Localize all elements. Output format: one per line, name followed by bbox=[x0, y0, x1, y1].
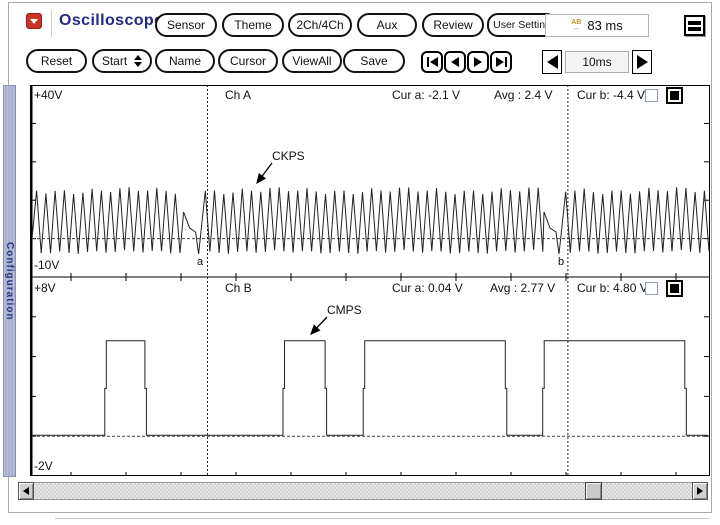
start-spinner-icon bbox=[134, 55, 142, 67]
cursor-ab-icon: AB↔ bbox=[571, 20, 581, 32]
timebase-display: 10ms bbox=[565, 51, 629, 73]
prev-icon bbox=[451, 57, 459, 67]
right-arrow-icon bbox=[697, 487, 703, 495]
oscilloscope-window: Oscilloscope Sensor Theme 2Ch/4Ch Aux Re… bbox=[0, 0, 720, 525]
name-button[interactable]: Name bbox=[155, 49, 215, 73]
scroll-left-button[interactable] bbox=[18, 482, 34, 500]
cha-name-label: Ch A bbox=[225, 88, 251, 102]
menu-bar-icon bbox=[688, 27, 701, 31]
cha-avg-readout: Avg : 2.4 V bbox=[494, 88, 552, 102]
aux-button[interactable]: Aux bbox=[357, 13, 417, 37]
filled-square-icon bbox=[670, 91, 679, 100]
app-title: Oscilloscope bbox=[59, 12, 163, 30]
cha-checkbox[interactable] bbox=[645, 89, 658, 102]
cha-cursor-a-readout: Cur a: -2.1 V bbox=[392, 88, 460, 102]
cha-trace-style-button[interactable] bbox=[666, 87, 683, 104]
chb-vmin-label: -2V bbox=[34, 459, 53, 473]
sidebar-tab-label: Configuration bbox=[4, 242, 15, 321]
chb-cursor-a-readout: Cur a: 0.04 V bbox=[392, 281, 463, 295]
next-icon bbox=[496, 57, 504, 67]
menu-bar-icon bbox=[688, 21, 701, 25]
chb-avg-readout: Avg : 2.77 V bbox=[490, 281, 555, 295]
right-arrow-icon bbox=[637, 55, 648, 69]
ckps-signal-label: CKPS bbox=[272, 149, 305, 163]
bar-icon bbox=[505, 57, 507, 67]
app-menu-icon[interactable] bbox=[26, 13, 42, 29]
cursor-b-label: b bbox=[558, 256, 564, 268]
sensor-button[interactable]: Sensor bbox=[155, 13, 217, 37]
prev-icon bbox=[430, 57, 438, 67]
title-separator bbox=[51, 10, 52, 37]
horizontal-scrollbar bbox=[18, 482, 708, 500]
step-back-button[interactable] bbox=[444, 51, 466, 73]
timebase-decrease-button[interactable] bbox=[542, 50, 562, 74]
step-forward-button[interactable] bbox=[467, 51, 489, 73]
window-shadow bbox=[55, 518, 710, 519]
chb-checkbox[interactable] bbox=[645, 282, 658, 295]
review-button[interactable]: Review bbox=[422, 13, 484, 37]
chb-trace-style-button[interactable] bbox=[666, 280, 683, 297]
skip-end-button[interactable] bbox=[490, 51, 512, 73]
start-button[interactable]: Start bbox=[92, 49, 152, 73]
cursor-a-label: a bbox=[197, 256, 203, 268]
sidebar-tab-configuration[interactable]: Configuration bbox=[3, 85, 16, 477]
left-arrow-icon bbox=[23, 487, 29, 495]
save-button[interactable]: Save bbox=[343, 49, 405, 73]
cha-vmax-label: +40V bbox=[34, 88, 62, 102]
bar-icon bbox=[427, 57, 429, 67]
cha-vmin-label: -10V bbox=[34, 258, 59, 272]
cursor-time-value: 83 ms bbox=[587, 18, 622, 33]
chb-vmax-label: +8V bbox=[34, 281, 56, 295]
chb-cursor-b-readout: Cur b: 4.80 V bbox=[577, 281, 648, 295]
chb-name-label: Ch B bbox=[225, 281, 252, 295]
hamburger-menu-button[interactable] bbox=[684, 15, 705, 36]
cmps-signal-label: CMPS bbox=[327, 303, 362, 317]
filled-square-icon bbox=[670, 284, 679, 293]
cursor-time-display: AB↔ 83 ms bbox=[545, 14, 649, 37]
left-arrow-icon bbox=[547, 55, 558, 69]
next-icon bbox=[474, 57, 482, 67]
dropdown-arrow-icon bbox=[30, 19, 38, 24]
scroll-right-button[interactable] bbox=[692, 482, 708, 500]
skip-start-button[interactable] bbox=[421, 51, 443, 73]
scrollbar-thumb[interactable] bbox=[585, 482, 602, 500]
theme-button[interactable]: Theme bbox=[222, 13, 284, 37]
viewall-button[interactable]: ViewAll bbox=[282, 49, 342, 73]
cursor-button[interactable]: Cursor bbox=[218, 49, 278, 73]
cha-cursor-b-readout: Cur b: -4.4 V bbox=[577, 88, 645, 102]
start-button-label: Start bbox=[102, 54, 127, 68]
timebase-increase-button[interactable] bbox=[632, 50, 652, 74]
reset-button[interactable]: Reset bbox=[26, 49, 87, 73]
channel-mode-button[interactable]: 2Ch/4Ch bbox=[288, 13, 352, 37]
